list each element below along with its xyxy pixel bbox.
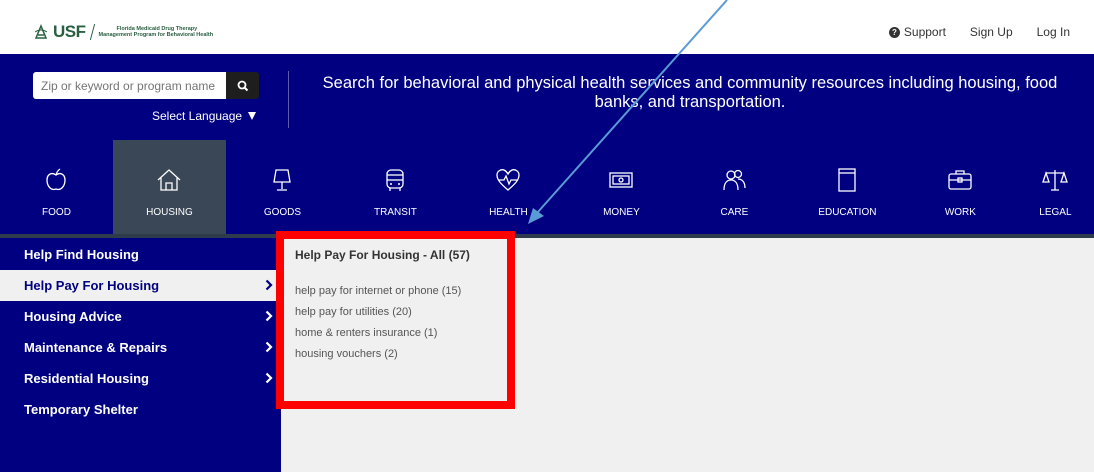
category-nav: FOOD HOUSING GOODS TRANSIT HEALTH MONEY … <box>0 140 1094 234</box>
submenu-title[interactable]: Help Pay For Housing - All (57) <box>295 248 470 262</box>
sidebar-item-maintenance-repairs[interactable]: Maintenance & Repairs <box>0 332 281 363</box>
house-icon <box>158 169 181 191</box>
sidebar-item-label: Housing Advice <box>24 309 122 324</box>
scales-icon <box>1042 170 1069 191</box>
category-label: HEALTH <box>489 207 528 218</box>
bus-icon <box>386 169 405 191</box>
language-selector[interactable]: Select Language <box>152 109 257 123</box>
money-icon <box>609 172 634 188</box>
sidebar-item-help-pay-for-housing[interactable]: Help Pay For Housing <box>0 270 281 301</box>
language-label: Select Language <box>152 109 243 123</box>
submenu-item-internet-phone[interactable]: help pay for internet or phone (15) <box>295 281 461 302</box>
category-label: CARE <box>720 207 749 218</box>
category-legal[interactable]: LEGAL <box>1017 140 1094 234</box>
chevron-right-icon <box>265 341 273 353</box>
search-input[interactable] <box>33 72 226 99</box>
category-label: WORK <box>944 207 976 218</box>
category-label: HOUSING <box>146 207 193 218</box>
tagline: Search for behavioral and physical healt… <box>322 74 1058 111</box>
briefcase-icon <box>948 170 973 190</box>
category-food[interactable]: FOOD <box>0 140 113 234</box>
top-links: ? Support Sign Up Log In <box>888 25 1070 39</box>
sidebar-item-label: Help Find Housing <box>24 246 139 262</box>
sidebar-item-label: Help Pay For Housing <box>24 278 160 293</box>
submenu-item-insurance[interactable]: home & renters insurance (1) <box>295 323 461 344</box>
logo-text: USF <box>53 22 86 41</box>
search-button[interactable] <box>226 72 259 99</box>
category-goods[interactable]: GOODS <box>226 140 339 234</box>
category-health[interactable]: HEALTH <box>452 140 565 234</box>
category-label: GOODS <box>263 207 302 218</box>
category-work[interactable]: WORK <box>904 140 1017 234</box>
question-circle-icon: ? <box>888 26 900 38</box>
top-bar: USF Florida Medicaid Drug Therapy Manage… <box>0 0 1094 54</box>
submenu-list: help pay for internet or phone (15) help… <box>295 281 461 365</box>
book-icon <box>838 168 857 192</box>
sidebar-item-temporary-shelter[interactable]: Temporary Shelter <box>0 394 281 425</box>
category-money[interactable]: MONEY <box>565 140 678 234</box>
logo-org-line2: Management Program for Behavioral Health <box>98 32 214 38</box>
sidebar-item-label: Residential Housing <box>24 371 149 386</box>
sidebar-item-label: Temporary Shelter <box>24 402 138 417</box>
apple-icon <box>46 168 67 191</box>
sidebar-item-help-find-housing[interactable]: Help Find Housing <box>0 238 281 270</box>
search-band: Select Language Search for behavioral an… <box>0 54 1094 140</box>
category-label: FOOD <box>42 207 71 218</box>
submenu-item-utilities[interactable]: help pay for utilities (20) <box>295 302 461 323</box>
support-link[interactable]: ? Support <box>888 25 946 39</box>
logo-org-name: Florida Medicaid Drug Therapy Management… <box>99 26 214 39</box>
category-label: EDUCATION <box>818 207 877 218</box>
chevron-right-icon <box>265 372 273 384</box>
sidebar-item-housing-advice[interactable]: Housing Advice <box>0 301 281 332</box>
submenu-item-vouchers[interactable]: housing vouchers (2) <box>295 344 461 365</box>
logo-divider <box>89 24 95 40</box>
category-label: MONEY <box>603 207 640 218</box>
search-box <box>33 72 259 99</box>
category-housing[interactable]: HOUSING <box>112 140 226 234</box>
category-education[interactable]: EDUCATION <box>791 140 904 234</box>
lamp-icon <box>273 169 292 191</box>
heartbeat-icon <box>496 169 521 191</box>
login-link[interactable]: Log In <box>1037 25 1070 39</box>
sidebar-item-label: Maintenance & Repairs <box>24 340 168 355</box>
usf-emblem-icon <box>34 24 48 39</box>
usf-logo[interactable]: USF Florida Medicaid Drug Therapy Manage… <box>33 22 213 42</box>
subcategory-sidebar: Help Find Housing Help Pay For Housing H… <box>0 238 281 472</box>
support-label: Support <box>903 25 946 39</box>
category-label: LEGAL <box>1039 207 1072 218</box>
search-icon <box>237 80 248 91</box>
submenu-panel: Help Pay For Housing - All (57) help pay… <box>281 238 1094 472</box>
category-care[interactable]: CARE <box>678 140 791 234</box>
sidebar-item-residential-housing[interactable]: Residential Housing <box>0 363 281 394</box>
category-label: TRANSIT <box>374 207 417 218</box>
people-icon <box>723 169 747 191</box>
chevron-right-icon <box>265 310 273 322</box>
category-transit[interactable]: TRANSIT <box>339 140 452 234</box>
band-divider <box>288 71 289 128</box>
signup-link[interactable]: Sign Up <box>970 25 1013 39</box>
chevron-right-icon <box>265 279 273 291</box>
caret-down-icon <box>248 112 257 120</box>
